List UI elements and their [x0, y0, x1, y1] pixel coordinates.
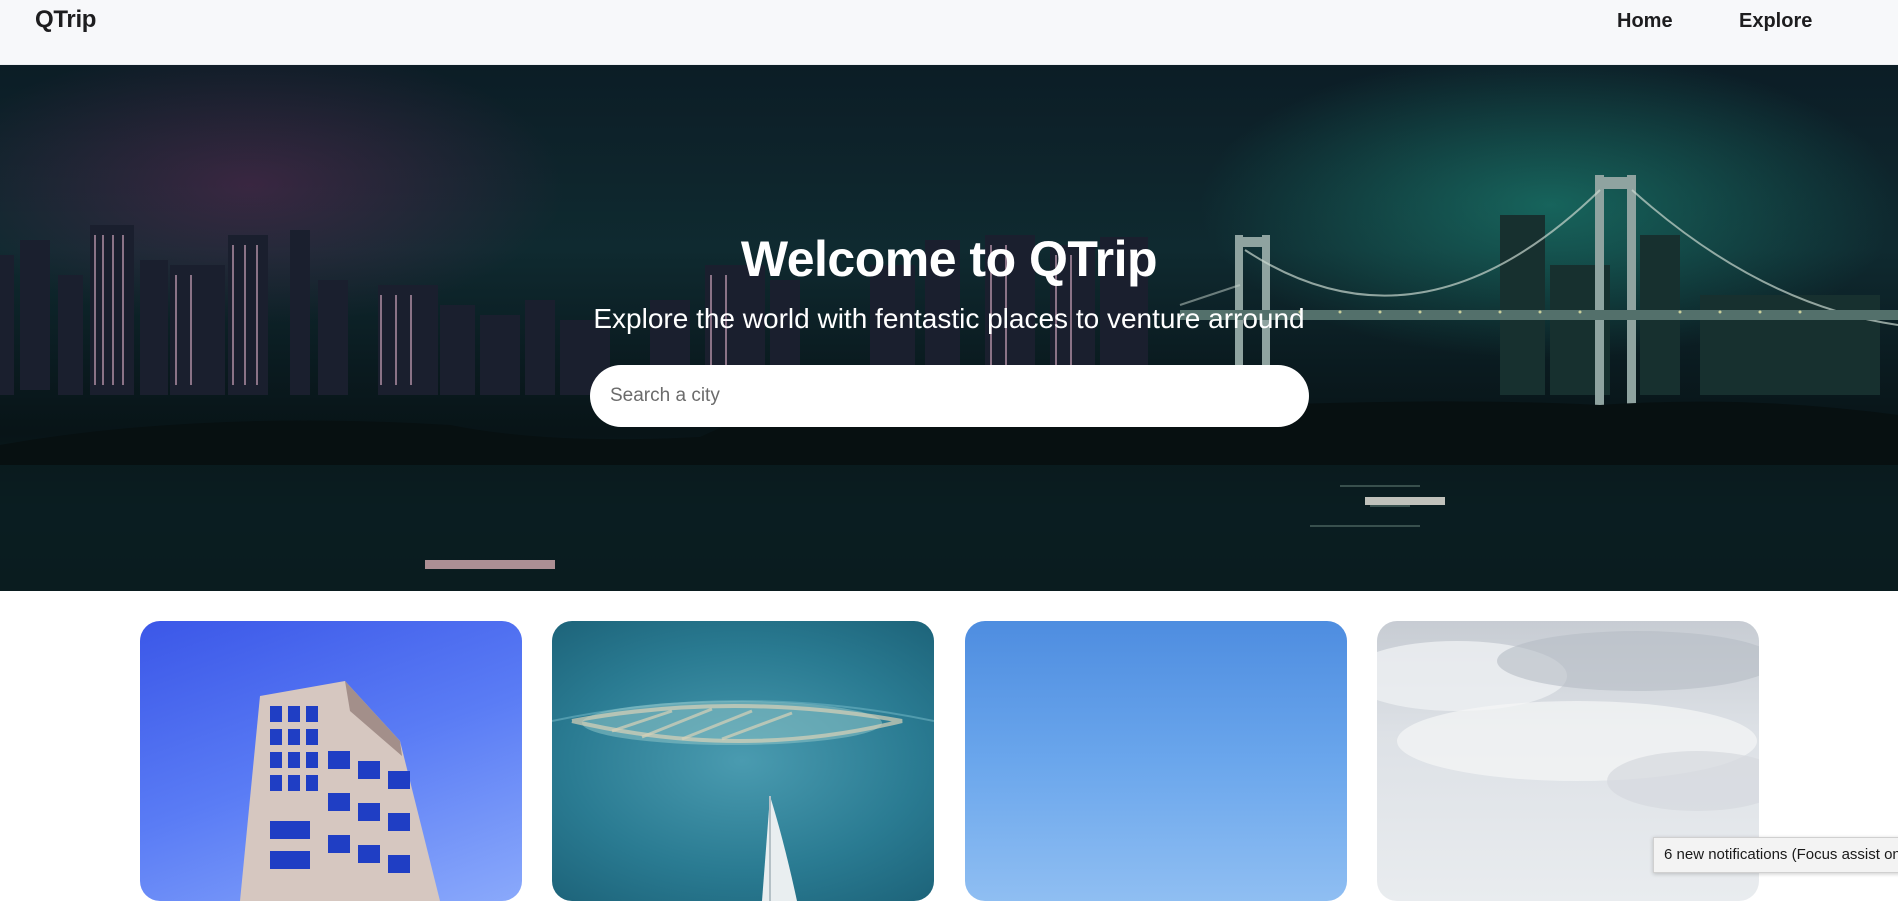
- city-search-input[interactable]: [590, 365, 1309, 427]
- hero-title: Welcome to QTrip: [740, 231, 1158, 287]
- tall-building-photo: [240, 681, 440, 901]
- city-card[interactable]: [140, 621, 522, 901]
- nav-link-home[interactable]: Home: [1617, 10, 1673, 33]
- palm-island-aerial-photo: [552, 700, 934, 901]
- nav-link-explore[interactable]: Explore: [1739, 10, 1812, 33]
- hero-banner: Welcome to QTrip Explore the world with …: [0, 65, 1898, 591]
- city-card[interactable]: [552, 621, 934, 901]
- hero-content: Welcome to QTrip Explore the world with …: [0, 65, 1898, 591]
- hero-subtitle: Explore the world with fentastic places …: [593, 303, 1305, 334]
- notification-toast[interactable]: 6 new notifications (Focus assist on): [1653, 837, 1898, 873]
- city-card[interactable]: [965, 621, 1347, 901]
- notification-text: 6 new notifications (Focus assist on): [1664, 846, 1898, 863]
- brand-logo[interactable]: QTrip: [35, 6, 96, 34]
- navbar: QTrip Home Explore: [0, 0, 1898, 65]
- blue-sky-photo: [965, 621, 1347, 901]
